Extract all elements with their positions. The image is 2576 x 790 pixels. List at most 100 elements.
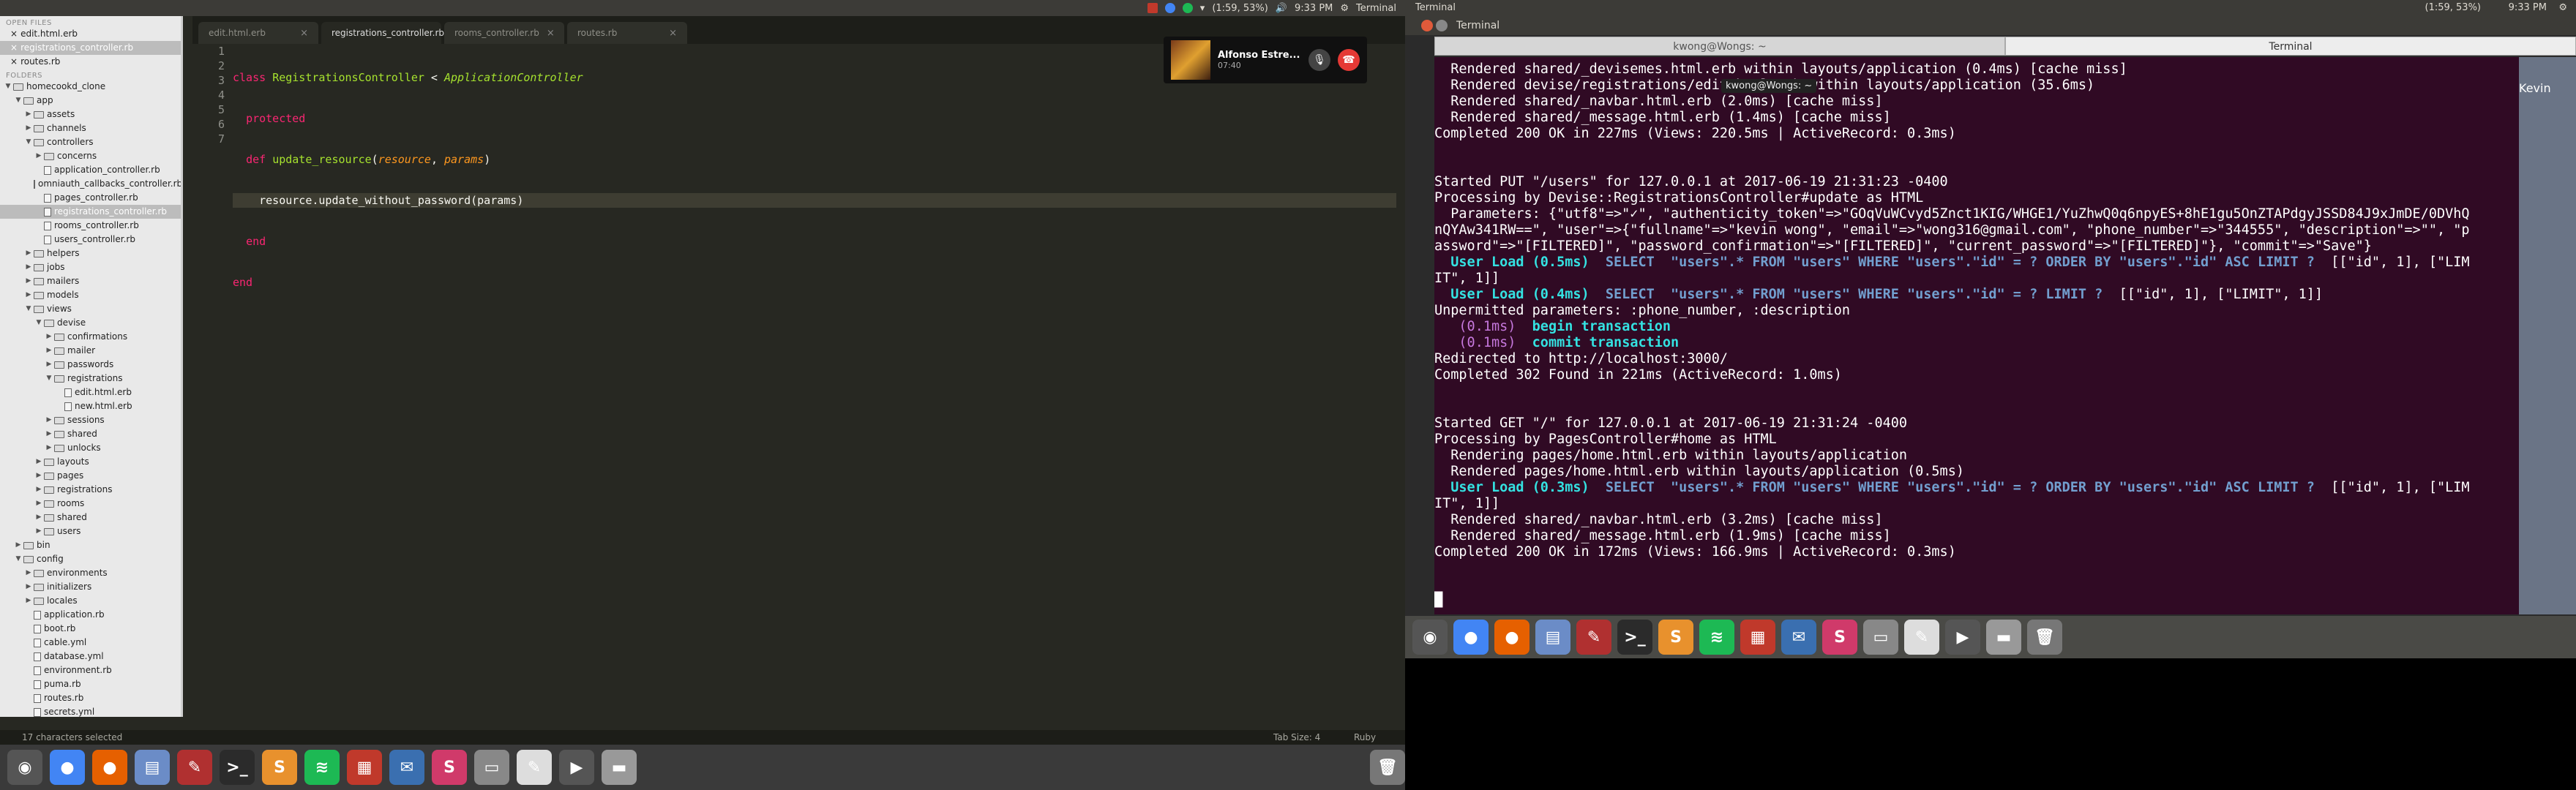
tree-item[interactable]: rooms_controller.rb (0, 219, 181, 233)
calendar-icon[interactable]: ▦ (347, 750, 382, 785)
volume-icon[interactable]: 🔊 (1276, 3, 1287, 14)
code-line[interactable]: resource.update_without_password(params) (233, 193, 1396, 208)
storage-icon[interactable]: ▭ (474, 750, 509, 785)
chevron-right-icon[interactable]: ▶ (23, 260, 34, 274)
spotify-tray-icon[interactable] (1182, 3, 1193, 13)
user-menu[interactable]: Kevin (2475, 76, 2576, 101)
tree-item[interactable]: ▶ environments (0, 566, 181, 580)
spotify-icon[interactable]: ≋ (1699, 620, 1734, 655)
tree-item[interactable]: ▼ config (0, 552, 181, 566)
chevron-down-icon[interactable]: ▼ (34, 316, 44, 330)
terminal-icon[interactable]: >_ (220, 750, 255, 785)
tree-item[interactable]: ▼ controllers (0, 135, 181, 149)
close-icon[interactable]: × (10, 41, 18, 55)
tree-item[interactable]: ▶ concerns (0, 149, 181, 163)
minimize-icon[interactable] (1436, 20, 1448, 31)
video-icon[interactable]: ▶ (1945, 620, 1980, 655)
tree-item[interactable]: ▶ assets (0, 108, 181, 121)
chevron-right-icon[interactable]: ▶ (44, 330, 54, 344)
clock[interactable]: 9:33 PM (2509, 0, 2547, 16)
tree-item[interactable]: ▶ pages (0, 469, 181, 483)
chevron-down-icon[interactable]: ▼ (23, 135, 34, 149)
chevron-right-icon[interactable]: ▶ (44, 441, 54, 455)
chevron-down-icon[interactable]: ▼ (13, 94, 23, 108)
code-line[interactable]: end (233, 234, 1396, 249)
chevron-right-icon[interactable]: ▶ (23, 580, 34, 594)
tree-item[interactable]: ▶ shared (0, 511, 181, 524)
chevron-down-icon[interactable]: ▼ (13, 552, 23, 566)
tree-item[interactable]: ▶ bin (0, 538, 181, 552)
chevron-right-icon[interactable]: ▶ (44, 427, 54, 441)
sublime-icon[interactable]: S (262, 750, 297, 785)
tree-item[interactable]: ▼ devise (0, 316, 181, 330)
code-line[interactable] (233, 316, 1396, 331)
dash-icon[interactable]: ◉ (7, 750, 42, 785)
chevron-right-icon[interactable]: ▶ (23, 108, 34, 121)
chrome-icon[interactable]: ● (50, 750, 85, 785)
tree-item[interactable]: edit.html.erb (0, 385, 181, 399)
tree-item[interactable]: users_controller.rb (0, 233, 181, 247)
tree-item[interactable]: ▶ rooms (0, 497, 181, 511)
tree-item[interactable]: ▶ locales (0, 594, 181, 608)
tree-item[interactable]: ▶ shared (0, 427, 181, 441)
open-file-item[interactable]: × routes.rb (0, 55, 181, 69)
dash-icon[interactable]: ◉ (1412, 620, 1448, 655)
close-icon[interactable]: × (669, 28, 677, 39)
close-icon[interactable]: × (547, 28, 555, 39)
sublime-icon[interactable]: S (1658, 620, 1693, 655)
tree-item[interactable]: ▶ initializers (0, 580, 181, 594)
mute-mic-icon[interactable]: 🎙 (1308, 49, 1330, 71)
indicator-icon[interactable] (1147, 3, 1158, 13)
tree-item[interactable]: ▶ unlocks (0, 441, 181, 455)
drive-icon[interactable]: ▬ (602, 750, 637, 785)
chevron-right-icon[interactable]: ▶ (23, 247, 34, 260)
code-line[interactable]: end (233, 275, 1396, 290)
syntax-mode[interactable]: Ruby (1354, 730, 1376, 745)
tree-item[interactable]: routes.rb (0, 691, 181, 705)
tree-item[interactable]: omniauth_callbacks_controller.rb (0, 177, 181, 191)
chevron-right-icon[interactable]: ▶ (34, 497, 44, 511)
tree-item[interactable]: ▶ layouts (0, 455, 181, 469)
chrome-icon[interactable]: ● (1453, 620, 1489, 655)
battery-label[interactable]: (1:59, 53%) (1212, 3, 1268, 14)
chevron-right-icon[interactable]: ▶ (23, 274, 34, 288)
tree-item[interactable]: ▼ app (0, 94, 181, 108)
tree-item[interactable]: ▶ mailers (0, 274, 181, 288)
terminal-tab[interactable]: kwong@Wongs: ~ (1434, 37, 2005, 56)
chevron-right-icon[interactable]: ▶ (13, 538, 23, 552)
tree-item[interactable]: ▶ registrations (0, 483, 181, 497)
tree-item[interactable]: application_controller.rb (0, 163, 181, 177)
trash-icon[interactable]: 🗑 (2027, 620, 2062, 655)
clock[interactable]: 9:33 PM (1295, 3, 1333, 14)
battery-label[interactable]: (1:59, 53%) (2425, 0, 2482, 16)
tree-item[interactable]: application.rb (0, 608, 181, 622)
tree-item[interactable]: ▶ jobs (0, 260, 181, 274)
close-icon[interactable]: × (300, 28, 308, 39)
terminal-icon[interactable]: >_ (1617, 620, 1652, 655)
terminal-tab[interactable]: Terminal (2005, 37, 2576, 56)
slack-icon[interactable]: S (432, 750, 467, 785)
storage-icon[interactable]: ▭ (1863, 620, 1898, 655)
firefox-icon[interactable]: ● (92, 750, 127, 785)
chevron-right-icon[interactable]: ▶ (44, 344, 54, 358)
chevron-right-icon[interactable]: ▶ (34, 149, 44, 163)
tree-item[interactable]: ▼ homecookd_clone (0, 80, 181, 94)
settings-icon[interactable]: ✎ (1576, 620, 1611, 655)
tree-item[interactable]: database.yml (0, 650, 181, 663)
editor-tab[interactable]: registrations_controller.rb× (321, 22, 460, 44)
chevron-down-icon[interactable]: ▼ (3, 80, 13, 94)
tree-item[interactable]: pages_controller.rb (0, 191, 181, 205)
terminal-output[interactable]: Rendered shared/_devisemes.html.erb with… (1434, 57, 2519, 614)
tree-item[interactable]: ▶ passwords (0, 358, 181, 372)
firefox-icon[interactable]: ● (1494, 620, 1530, 655)
close-icon[interactable] (1421, 20, 1433, 31)
tree-item[interactable]: cable.yml (0, 636, 181, 650)
chevron-right-icon[interactable]: ▶ (34, 455, 44, 469)
chevron-right-icon[interactable]: ▶ (44, 413, 54, 427)
close-icon[interactable]: × (10, 55, 18, 69)
calendar-icon[interactable]: ▦ (1740, 620, 1775, 655)
chevron-right-icon[interactable]: ▶ (23, 288, 34, 302)
editor-icon[interactable]: ✎ (517, 750, 552, 785)
tree-item[interactable]: ▼ views (0, 302, 181, 316)
spotify-icon[interactable]: ≋ (304, 750, 340, 785)
